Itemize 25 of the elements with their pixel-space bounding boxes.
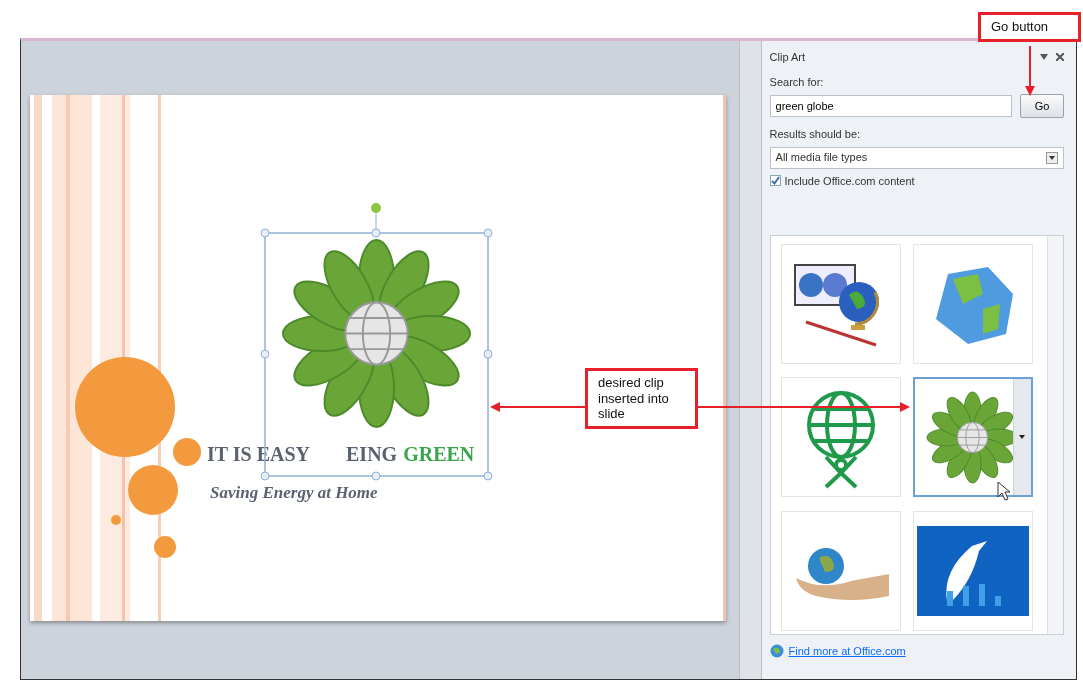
callout-label: desired clip inserted into slide xyxy=(585,368,698,429)
include-label: Include Office.com content xyxy=(784,173,915,189)
globe-icon xyxy=(769,644,784,659)
slide-subtitle: Saving Energy at Home xyxy=(210,482,378,504)
clip-thumbnail[interactable] xyxy=(912,377,1033,498)
search-label: Search for: xyxy=(769,74,825,90)
slide-title-text: EING xyxy=(346,442,398,467)
slide-title-text: IT IS EASY xyxy=(207,442,311,467)
search-field[interactable]: green globe xyxy=(769,95,1012,117)
find-more-link[interactable]: Find more at Office.com xyxy=(788,643,906,660)
results-label: Results should be: xyxy=(769,127,862,142)
vertical-scrollbar[interactable] xyxy=(738,41,761,679)
go-button[interactable]: Go xyxy=(1020,94,1064,118)
dropdown-arrow-icon[interactable] xyxy=(1040,54,1048,61)
media-type-dropdown[interactable]: All media file types xyxy=(769,146,1064,169)
slide-title-text: GREEN xyxy=(403,442,475,467)
callout-arrow xyxy=(1025,45,1035,96)
include-checkbox[interactable] xyxy=(769,175,781,187)
thumbnail-menu-button[interactable] xyxy=(1012,379,1031,496)
results-scrollbar[interactable] xyxy=(1047,236,1063,634)
pointer-icon xyxy=(996,481,1011,502)
callout-label: Go button xyxy=(978,12,1081,42)
close-icon[interactable] xyxy=(1056,53,1064,62)
dropdown-arrow-icon xyxy=(1019,435,1026,440)
pane-title: Clip Art xyxy=(769,50,807,65)
